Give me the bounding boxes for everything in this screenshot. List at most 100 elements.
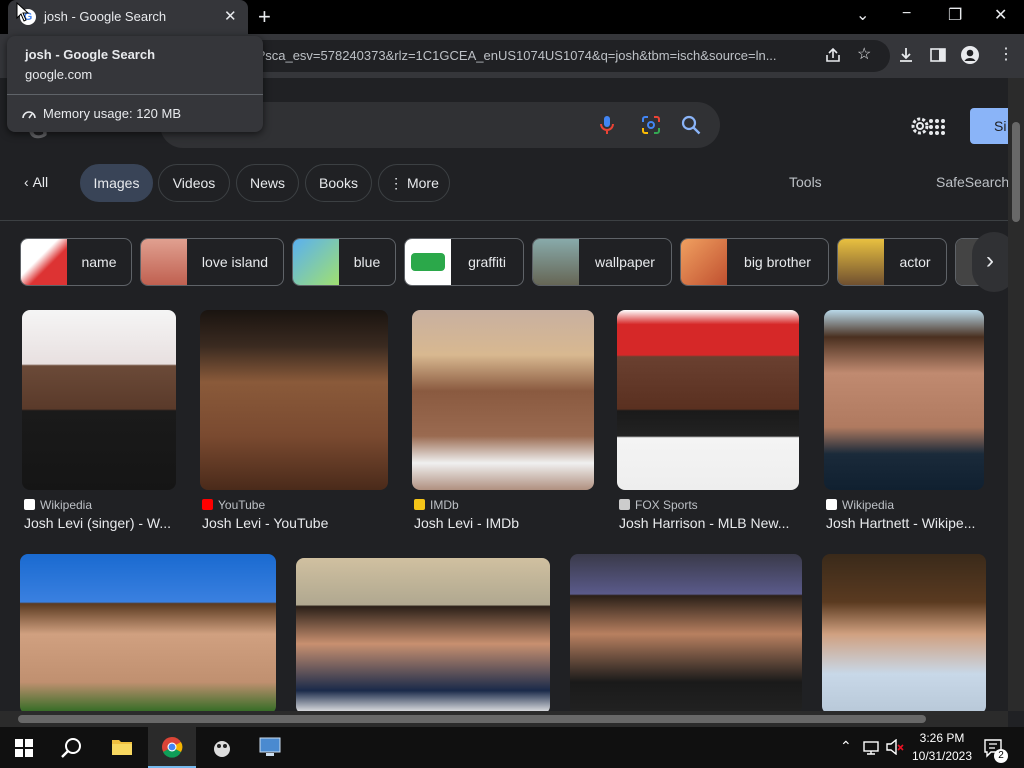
more-label: More: [406, 175, 439, 191]
result-image[interactable]: [20, 554, 276, 711]
result-image[interactable]: [22, 310, 176, 490]
control-panel-taskbar-button[interactable]: [246, 727, 294, 768]
search-nav: ‹ All Images Videos News Books ⋮ More To…: [0, 164, 1008, 212]
folder-icon: [112, 740, 132, 755]
taskbar-date[interactable]: 10/31/2023: [906, 749, 978, 763]
share-icon[interactable]: [824, 46, 842, 64]
tab-books[interactable]: Books: [305, 164, 372, 202]
side-panel-icon[interactable]: [929, 46, 947, 64]
source-label: YouTube: [218, 498, 266, 512]
file-explorer-taskbar-button[interactable]: [98, 727, 146, 768]
more-dots-icon: ⋮: [389, 175, 407, 191]
result-image[interactable]: [296, 558, 550, 711]
related-thumbnail: [533, 239, 579, 285]
vertical-scroll-thumb[interactable]: [1012, 122, 1020, 222]
back-to-all-link[interactable]: ‹ All: [24, 174, 48, 190]
download-icon[interactable]: [897, 46, 915, 64]
tools-button[interactable]: Tools: [789, 174, 822, 190]
tab-more[interactable]: ⋮ More: [378, 164, 450, 202]
bookmark-star-icon[interactable]: ☆: [857, 44, 871, 64]
all-label: All: [32, 174, 49, 190]
apps-grid-icon[interactable]: [928, 118, 946, 136]
related-search-chip[interactable]: name: [20, 238, 132, 286]
related-label: graffiti: [468, 254, 506, 270]
result-image[interactable]: [412, 310, 594, 490]
result-caption[interactable]: Josh Hartnett - Wikipe...: [826, 515, 984, 531]
vertical-scrollbar[interactable]: [1008, 78, 1024, 711]
sign-in-button[interactable]: Si: [970, 108, 1008, 144]
hover-card-divider: [7, 94, 263, 95]
taskbar-search-icon[interactable]: [61, 737, 83, 759]
result-source[interactable]: YouTube: [202, 498, 265, 512]
volume-muted-icon[interactable]: [885, 739, 905, 755]
related-thumbnail: [405, 239, 451, 285]
tab-title: josh - Google Search: [44, 9, 167, 24]
result-source[interactable]: FOX Sports: [619, 498, 698, 512]
restore-button[interactable]: ❐: [948, 5, 962, 25]
horizontal-scroll-thumb[interactable]: [18, 715, 926, 723]
microphone-icon[interactable]: [596, 114, 618, 136]
tab-search-icon[interactable]: ⌄: [856, 5, 869, 25]
related-search-chip[interactable]: graffiti: [404, 238, 524, 286]
related-label: blue: [353, 254, 381, 270]
result-source[interactable]: Wikipedia: [826, 498, 894, 512]
result-image[interactable]: [824, 310, 984, 490]
related-label: love island: [201, 254, 269, 270]
result-source[interactable]: Wikipedia: [24, 498, 92, 512]
windows-start-icon[interactable]: [15, 739, 33, 757]
result-caption[interactable]: Josh Levi - IMDb: [414, 515, 596, 531]
tab-videos[interactable]: Videos: [158, 164, 230, 202]
network-icon[interactable]: [862, 739, 880, 755]
minimize-button[interactable]: −: [902, 5, 911, 23]
result-image[interactable]: [617, 310, 799, 490]
profile-avatar-icon[interactable]: [960, 45, 980, 65]
chevron-left-icon: ‹: [24, 174, 33, 190]
source-label: IMDb: [430, 498, 459, 512]
related-search-chip[interactable]: wallpaper: [532, 238, 672, 286]
window-close-button[interactable]: ✕: [994, 5, 1007, 25]
source-label: Wikipedia: [842, 498, 895, 512]
related-search-chip[interactable]: actor: [837, 238, 947, 286]
result-caption[interactable]: Josh Levi - YouTube: [202, 515, 390, 531]
chrome-menu-icon[interactable]: ⋮: [998, 44, 1014, 64]
url-text[interactable]: ?sca_esv=578240373&rlz=1C1GCEA_enUS1074U…: [258, 48, 808, 63]
taskbar-time[interactable]: 3:26 PM: [912, 731, 972, 745]
related-thumbnail: [838, 239, 884, 285]
search-icon[interactable]: [680, 114, 702, 136]
chevron-right-icon[interactable]: ›: [972, 232, 1008, 292]
related-search-chip[interactable]: big brother: [680, 238, 829, 286]
new-tab-button[interactable]: +: [258, 4, 271, 30]
related-thumbnail: [681, 239, 727, 285]
result-source[interactable]: IMDb: [414, 498, 459, 512]
browser-tab[interactable]: G josh - Google Search ✕: [8, 0, 248, 34]
related-thumbnail: [21, 239, 67, 285]
tab-hover-card: josh - Google Search google.com Memory u…: [7, 36, 263, 132]
related-search-chip[interactable]: blue: [292, 238, 396, 286]
windows-taskbar: ⌃ 3:26 PM 10/31/2023 2: [0, 727, 1024, 768]
horizontal-scrollbar[interactable]: [0, 711, 1008, 727]
result-image[interactable]: [570, 554, 802, 711]
app-taskbar-button[interactable]: [198, 727, 246, 768]
related-label: actor: [899, 254, 931, 270]
result-image[interactable]: [822, 554, 986, 711]
safesearch-button[interactable]: SafeSearch: [936, 174, 1008, 190]
related-thumbnail: [293, 239, 339, 285]
wikipedia-icon: [826, 499, 837, 510]
tab-close-icon[interactable]: ✕: [224, 7, 237, 25]
nav-divider: [0, 220, 1008, 221]
related-search-chip[interactable]: love island: [140, 238, 284, 286]
related-label: wallpaper: [595, 254, 655, 270]
show-hidden-icons-chevron-icon[interactable]: ⌃: [840, 738, 852, 755]
result-image[interactable]: [200, 310, 388, 490]
search-results-page: G Si ‹ All Images Videos News Books ⋮ Mo…: [0, 78, 1008, 711]
google-lens-icon[interactable]: [640, 114, 662, 136]
tab-news[interactable]: News: [236, 164, 299, 202]
source-label: FOX Sports: [635, 498, 698, 512]
result-caption[interactable]: Josh Harrison - MLB New...: [619, 515, 801, 531]
hover-card-memory: Memory usage: 120 MB: [43, 106, 182, 121]
fox-sports-icon: [619, 499, 630, 510]
computer-screen-icon: [259, 737, 281, 756]
tab-images[interactable]: Images: [80, 164, 153, 202]
result-caption[interactable]: Josh Levi (singer) - W...: [24, 515, 178, 531]
chrome-taskbar-button[interactable]: [148, 727, 196, 768]
